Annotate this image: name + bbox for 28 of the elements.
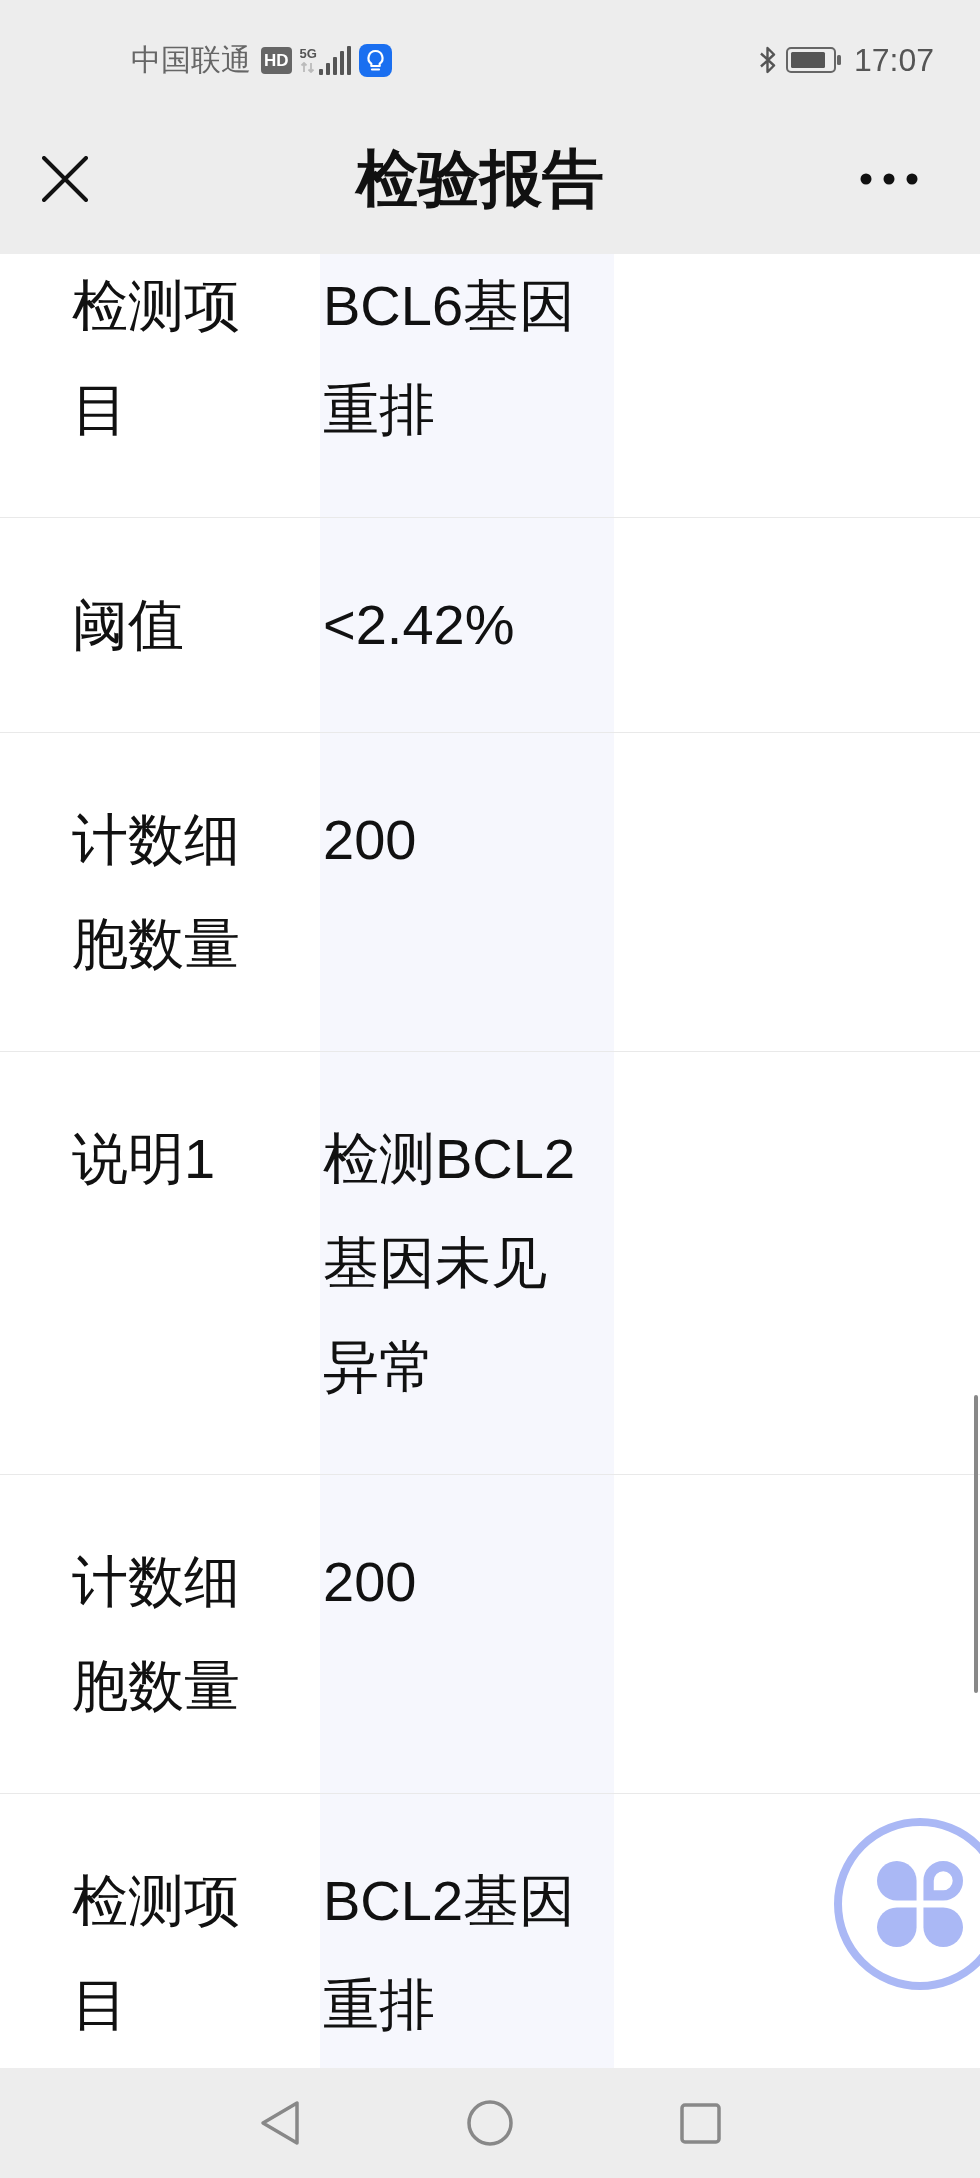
row-value: BCL2基因重排 [323,1869,576,2036]
row-value: <2.42% [323,593,515,656]
home-icon[interactable] [466,2100,513,2146]
row-value: BCL6基因重排 [323,274,576,441]
recents-icon[interactable] [679,2102,721,2144]
carrier-name: 中国联通 [131,43,251,77]
back-icon[interactable] [259,2100,300,2146]
row-label: 计数细胞数量 [72,1550,240,1717]
network-type: 5G [299,47,317,60]
battery-icon [785,47,842,73]
more-icon[interactable] [860,173,918,185]
bluetooth-icon [757,46,778,74]
row-label: 说明1 [72,1127,216,1190]
clover-icon [877,1861,963,1947]
row-value: 检测BCL2基因未见异常 [323,1127,576,1398]
row-value: 200 [323,808,417,871]
clock-time: 17:07 [853,42,934,78]
row-label: 检测项目 [72,274,240,441]
row-value: 200 [323,1550,417,1613]
row-label: 检测项目 [72,1869,240,2036]
row-label: 计数细胞数量 [72,808,240,975]
close-icon[interactable] [42,156,88,202]
data-arrows-icon [299,62,316,73]
hd-indicator: HD [261,46,292,74]
row-label: 阈值 [72,593,184,656]
page-title: 检验报告 [356,143,604,215]
signal-icon [318,45,351,75]
lightbulb-icon [358,43,392,77]
